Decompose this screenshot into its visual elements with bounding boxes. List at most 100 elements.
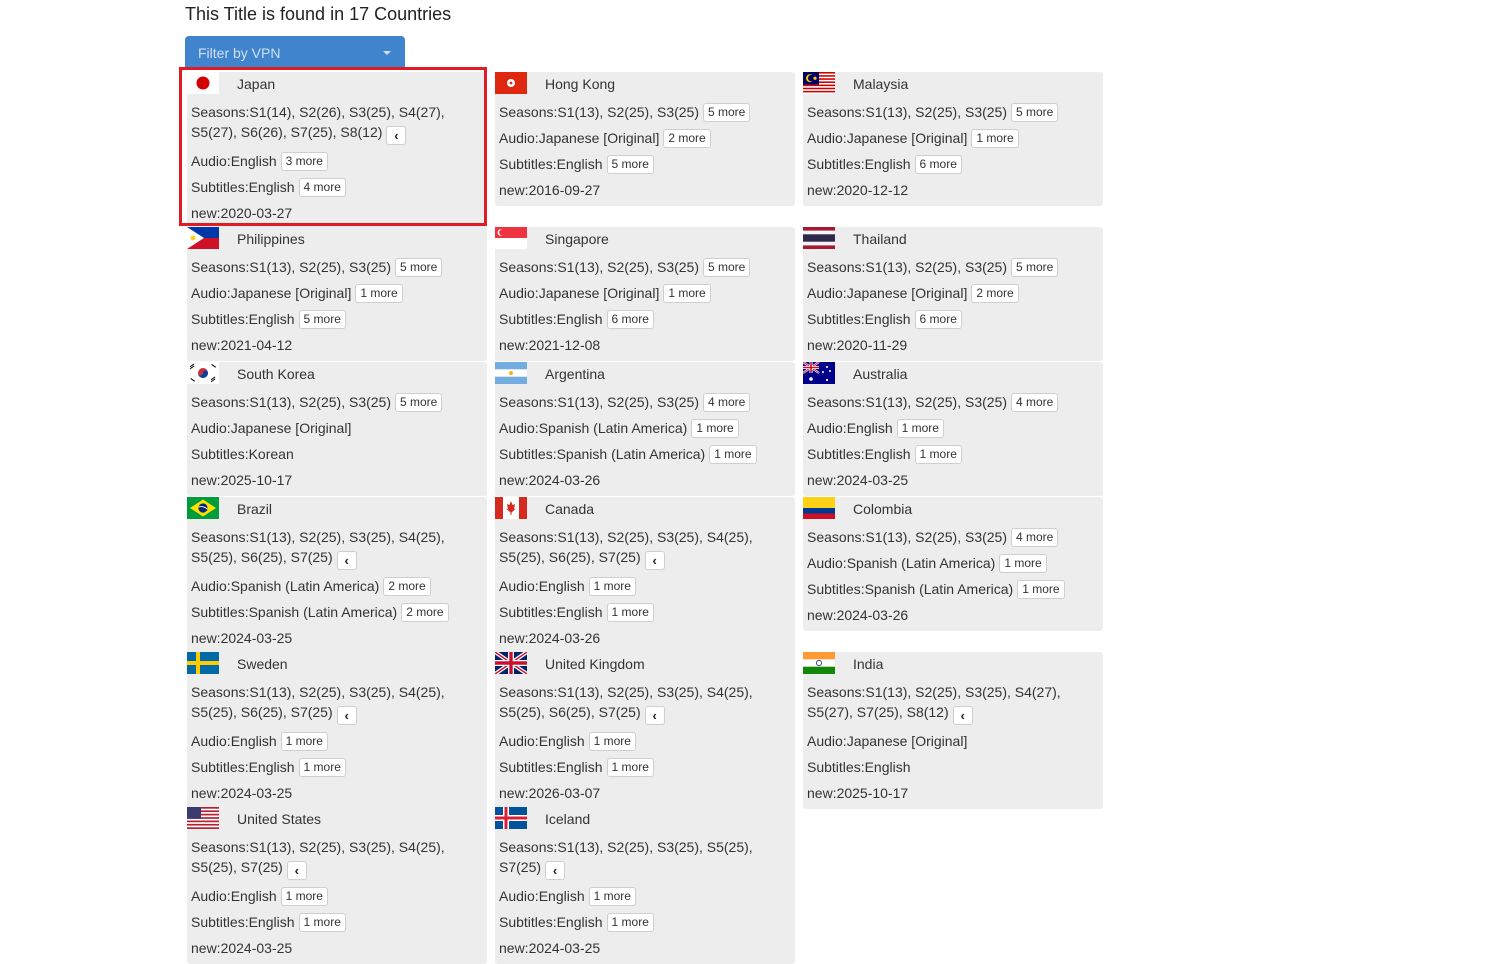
new-date-line-value: 2025-10-17 <box>220 472 293 488</box>
flag-icon-se <box>187 652 219 674</box>
new-date-line-label: new: <box>807 607 837 623</box>
subtitles-line-more-button[interactable]: 1 more <box>606 758 654 777</box>
new-date-line-label: new: <box>499 337 529 353</box>
audio-line-value: Japanese [Original] <box>230 420 352 436</box>
audio-line-more-button[interactable]: 1 more <box>588 732 636 751</box>
seasons-line-label: Seasons: <box>191 104 250 120</box>
audio-line-more-button[interactable]: 1 more <box>971 129 1019 148</box>
subtitles-line-more-button[interactable]: 1 more <box>709 445 757 464</box>
country-card-australia: Australia Seasons:S1(13), S2(25), S3(25) 4… <box>803 362 1103 496</box>
seasons-line-label: Seasons: <box>807 684 866 700</box>
audio-line: Audio:English 1 more <box>807 418 1089 438</box>
seasons-line-more-button[interactable]: 5 more <box>1011 258 1059 277</box>
seasons-line: Seasons:S1(13), S2(25), S3(25) 5 more <box>191 392 473 412</box>
audio-line-label: Audio: <box>499 888 539 904</box>
country-header: Sweden <box>187 652 487 676</box>
country-name: Thailand <box>853 231 907 247</box>
new-date-line: new:2024-03-25 <box>499 938 781 958</box>
collapse-button[interactable]: ‹ <box>336 706 357 725</box>
country-card-singapore: Singapore Seasons:S1(13), S2(25), S3(25) 5… <box>495 227 795 361</box>
new-date-line-value: 2024-03-26 <box>836 607 909 623</box>
audio-line-more-button[interactable]: 2 more <box>663 129 711 148</box>
audio-line-value: Japanese [Original] <box>846 130 968 146</box>
country-header: Australia <box>803 362 1103 386</box>
collapse-button[interactable]: ‹ <box>336 551 357 570</box>
subtitles-line-more-button[interactable]: 1 more <box>1017 580 1065 599</box>
audio-line-more-button[interactable]: 2 more <box>971 284 1019 303</box>
audio-line: Audio:Japanese [Original] <box>807 731 1089 751</box>
subtitles-line-value: English <box>248 179 295 195</box>
audio-line-more-button[interactable]: 1 more <box>588 577 636 596</box>
seasons-line-more-button[interactable]: 5 more <box>703 103 751 122</box>
subtitles-line-more-button[interactable]: 1 more <box>914 445 962 464</box>
audio-line-more-button[interactable]: 1 more <box>663 284 711 303</box>
audio-line-more-button[interactable]: 3 more <box>280 152 328 171</box>
new-date-line-label: new: <box>191 472 221 488</box>
audio-line-more-button[interactable]: 1 more <box>280 732 328 751</box>
audio-line-label: Audio: <box>807 285 847 301</box>
seasons-line-label: Seasons: <box>499 529 558 545</box>
seasons-line-value: S1(13), S2(25), S3(25) <box>249 394 391 410</box>
subtitles-line-more-button[interactable]: 1 more <box>298 913 346 932</box>
new-date-line-value: 2024-03-26 <box>528 630 601 646</box>
subtitles-line-label: Subtitles: <box>499 604 557 620</box>
subtitles-line-more-button[interactable]: 1 more <box>298 758 346 777</box>
audio-line-value: English <box>538 733 585 749</box>
new-date-line-label: new: <box>807 472 837 488</box>
seasons-line-label: Seasons: <box>191 529 250 545</box>
subtitles-line-label: Subtitles: <box>191 604 249 620</box>
new-date-line-label: new: <box>807 337 837 353</box>
subtitles-line-more-button[interactable]: 6 more <box>914 155 962 174</box>
audio-line-more-button[interactable]: 1 more <box>588 887 636 906</box>
flag-icon-gb <box>495 652 527 674</box>
subtitles-line-more-button[interactable]: 4 more <box>298 178 346 197</box>
audio-line-more-button[interactable]: 1 more <box>896 419 944 438</box>
subtitles-line: Subtitles:English 1 more <box>191 912 473 932</box>
subtitles-line-value: English <box>248 759 295 775</box>
country-name: United Kingdom <box>545 656 645 672</box>
collapse-button[interactable]: ‹ <box>545 861 566 880</box>
seasons-line-more-button[interactable]: 5 more <box>395 393 443 412</box>
collapse-button[interactable]: ‹ <box>386 126 407 145</box>
new-date-line-value: 2024-03-26 <box>528 472 601 488</box>
seasons-line-more-button[interactable]: 4 more <box>1011 393 1059 412</box>
seasons-line: Seasons:S1(13), S2(25), S3(25), S4(25), … <box>191 527 473 570</box>
subtitles-line-more-button[interactable]: 2 more <box>401 603 449 622</box>
audio-line-value: English <box>846 420 893 436</box>
country-card-thailand: Thailand Seasons:S1(13), S2(25), S3(25) 5 … <box>803 227 1103 361</box>
audio-line: Audio:Spanish (Latin America) 1 more <box>499 418 781 438</box>
country-card-united-kingdom: United Kingdom Seasons:S1(13), S2(25), S3… <box>495 652 795 809</box>
seasons-line-more-button[interactable]: 5 more <box>703 258 751 277</box>
subtitles-line-label: Subtitles: <box>499 311 557 327</box>
subtitles-line-more-button[interactable]: 1 more <box>606 603 654 622</box>
collapse-button[interactable]: ‹ <box>286 861 307 880</box>
flag-icon-ph <box>187 227 219 249</box>
flag-icon-in <box>803 652 835 674</box>
filter-by-vpn-dropdown[interactable]: Filter by VPN <box>185 36 405 70</box>
audio-line-more-button[interactable]: 1 more <box>999 554 1047 573</box>
collapse-button[interactable]: ‹ <box>644 551 665 570</box>
subtitles-line-more-button[interactable]: 5 more <box>606 155 654 174</box>
audio-line-more-button[interactable]: 1 more <box>280 887 328 906</box>
audio-line-more-button[interactable]: 2 more <box>383 577 431 596</box>
subtitles-line-more-button[interactable]: 5 more <box>298 310 346 329</box>
subtitles-line-label: Subtitles: <box>191 446 249 462</box>
audio-line-value: English <box>230 153 277 169</box>
audio-line-more-button[interactable]: 1 more <box>355 284 403 303</box>
seasons-line-label: Seasons: <box>499 104 558 120</box>
subtitles-line-more-button[interactable]: 6 more <box>606 310 654 329</box>
collapse-button[interactable]: ‹ <box>644 706 665 725</box>
subtitles-line: Subtitles:Korean <box>191 444 473 464</box>
seasons-line-more-button[interactable]: 4 more <box>1011 528 1059 547</box>
seasons-line-more-button[interactable]: 5 more <box>395 258 443 277</box>
seasons-line-more-button[interactable]: 4 more <box>703 393 751 412</box>
audio-line-value: Japanese [Original] <box>846 285 968 301</box>
audio-line-more-button[interactable]: 1 more <box>691 419 739 438</box>
audio-line-value: Japanese [Original] <box>538 130 660 146</box>
country-header: South Korea <box>187 362 487 386</box>
country-card-canada: Canada Seasons:S1(13), S2(25), S3(25), S4… <box>495 497 795 654</box>
seasons-line-more-button[interactable]: 5 more <box>1011 103 1059 122</box>
collapse-button[interactable]: ‹ <box>952 706 973 725</box>
subtitles-line-more-button[interactable]: 6 more <box>914 310 962 329</box>
subtitles-line-more-button[interactable]: 1 more <box>606 913 654 932</box>
